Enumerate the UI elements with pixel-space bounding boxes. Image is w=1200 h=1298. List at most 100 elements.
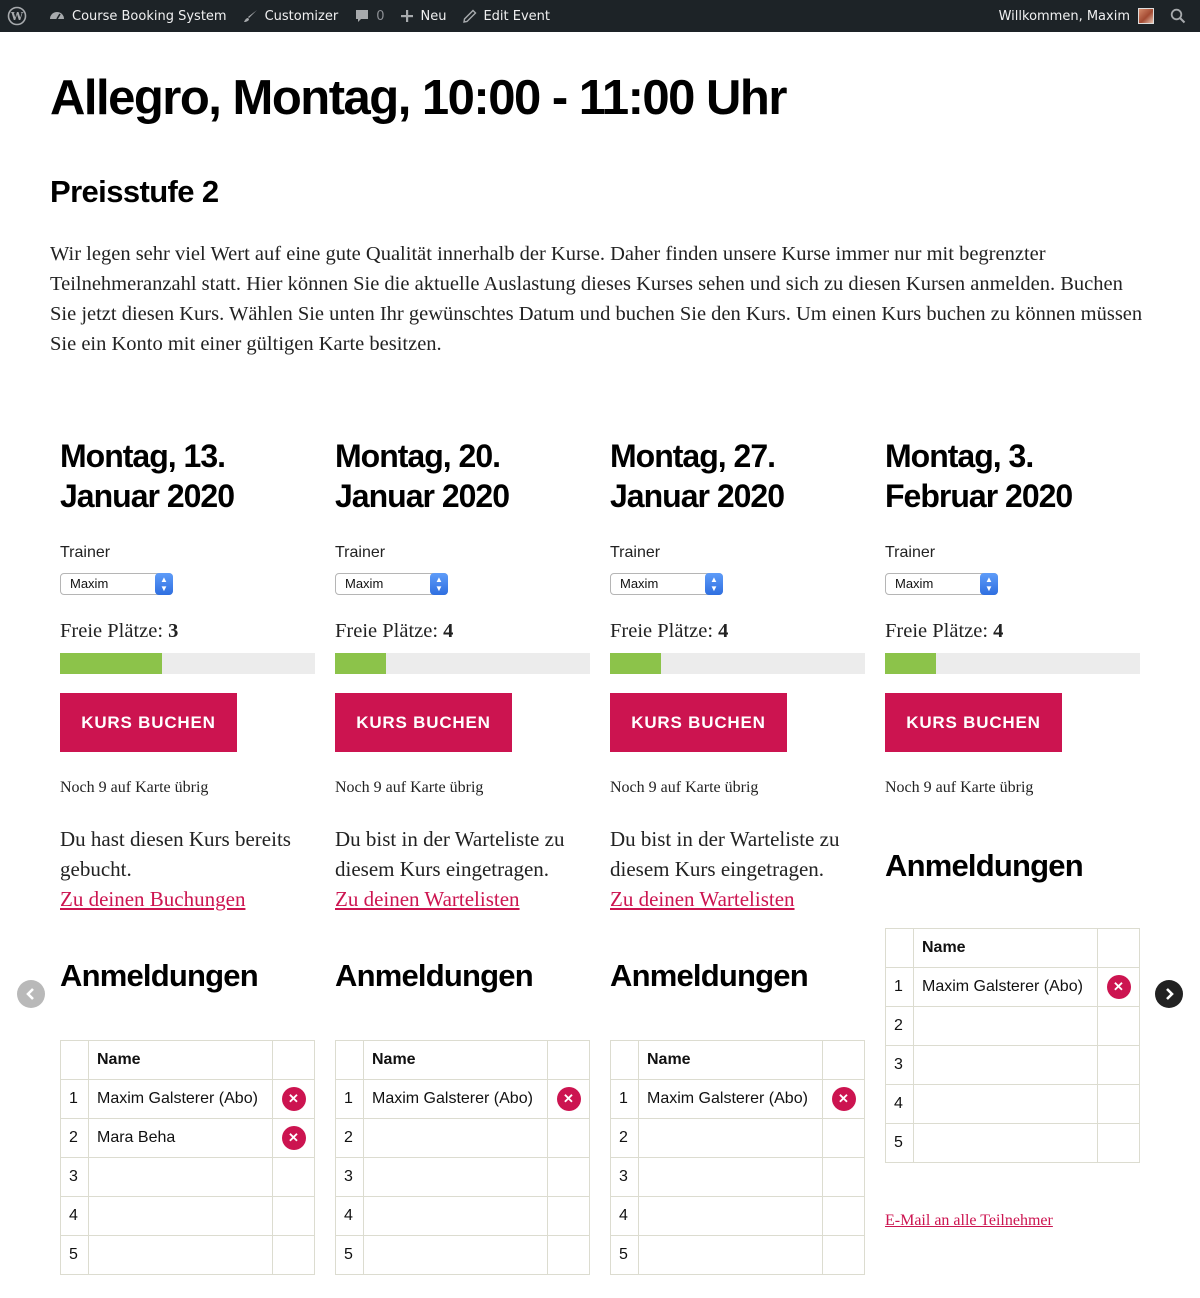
card-remaining: Noch 9 auf Karte übrig [335, 779, 484, 796]
name-column-header: Name [88, 1040, 273, 1080]
course-date: Montag, 3. Februar 2020 [885, 436, 1140, 516]
new-content-link[interactable]: Neu [392, 0, 454, 32]
trainer-label: Trainer [610, 544, 661, 561]
registrations-table: Name 1 Maxim Galsterer (Abo) ✕ 2 3 4 5 [610, 1040, 865, 1275]
table-row: 3 [335, 1157, 590, 1197]
my-waitlists-link[interactable]: Zu deinen Wartelisten [610, 884, 868, 914]
trainer-select[interactable]: Maxim ▲ ▼ [610, 573, 723, 595]
book-course-button[interactable]: KURS BUCHEN [885, 693, 1062, 752]
paintbrush-icon [243, 8, 259, 24]
participant-name [913, 1045, 1098, 1085]
avatar [1138, 8, 1154, 24]
trainer-select[interactable]: Maxim ▲ ▼ [335, 573, 448, 595]
course-date: Montag, 27. Januar 2020 [610, 436, 865, 516]
free-spots: Freie Plätze: 4 [610, 620, 728, 643]
table-row: 1 Maxim Galsterer (Abo) ✕ [610, 1079, 865, 1119]
select-arrows-icon: ▲ ▼ [155, 573, 173, 595]
book-course-button[interactable]: KURS BUCHEN [60, 693, 237, 752]
wordpress-menu[interactable]: W [0, 0, 40, 32]
table-header-row: Name [610, 1040, 865, 1080]
table-row: 3 [885, 1045, 1140, 1085]
search-button[interactable] [1162, 0, 1200, 32]
name-column-header: Name [363, 1040, 548, 1080]
participant-name [363, 1235, 548, 1275]
trainer-select[interactable]: Maxim ▲ ▼ [60, 573, 173, 595]
email-all-participants-link[interactable]: E-Mail an alle Teilnehmer [885, 1212, 1053, 1230]
remove-participant-button[interactable]: ✕ [281, 1126, 306, 1150]
card-remaining: Noch 9 auf Karte übrig [885, 779, 1034, 796]
my-bookings-link[interactable]: Zu deinen Buchungen [60, 884, 318, 914]
site-name: Course Booking System [72, 8, 227, 24]
table-row: 5 [610, 1235, 865, 1275]
table-header-row: Name [335, 1040, 590, 1080]
remove-participant-button[interactable]: ✕ [831, 1087, 856, 1111]
table-header-row: Name [885, 928, 1140, 968]
new-label: Neu [420, 8, 447, 24]
registrations-heading: Anmeldungen [335, 958, 534, 993]
trainer-label: Trainer [885, 544, 936, 561]
table-row: 4 [60, 1196, 315, 1236]
comments-link[interactable]: 0 [346, 0, 392, 32]
remove-participant-button[interactable]: ✕ [1106, 975, 1131, 999]
row-number: 1 [885, 967, 914, 1007]
card-remaining: Noch 9 auf Karte übrig [610, 779, 759, 796]
course-card: Montag, 3. Februar 2020 Trainer Maxim ▲ ▼… [885, 436, 1140, 1229]
row-number: 5 [610, 1235, 639, 1275]
row-number: 4 [335, 1196, 364, 1236]
course-date: Montag, 13. Januar 2020 [60, 436, 315, 516]
account-menu[interactable]: Willkommen, Maxim [991, 0, 1162, 32]
course-date-line: Montag, 3. [885, 438, 1034, 474]
participant-name [363, 1157, 548, 1197]
waitlist-status: Du bist in der Warteliste zu diesem Kurs… [610, 824, 868, 914]
close-icon: ✕ [288, 1130, 299, 1145]
row-number: 1 [610, 1079, 639, 1119]
edit-event-link[interactable]: Edit Event [454, 0, 558, 32]
capacity-bar [885, 653, 1140, 674]
free-spots-label: Freie Plätze: [610, 620, 714, 642]
trainer-label: Trainer [60, 544, 111, 561]
course-date-line: Januar 2020 [60, 478, 235, 514]
remove-participant-button[interactable]: ✕ [281, 1087, 306, 1111]
customizer-link[interactable]: Customizer [235, 0, 347, 32]
my-waitlists-link[interactable]: Zu deinen Wartelisten [335, 884, 593, 914]
trainer-select[interactable]: Maxim ▲ ▼ [885, 573, 998, 595]
remove-participant-button[interactable]: ✕ [556, 1087, 581, 1111]
chevron-left-icon [26, 988, 34, 1000]
booking-status-text: Du hast diesen Kurs bereits gebucht. [60, 827, 291, 881]
participant-name [88, 1235, 273, 1275]
participant-name [913, 1123, 1098, 1163]
book-course-button[interactable]: KURS BUCHEN [335, 693, 512, 752]
table-row: 5 [885, 1123, 1140, 1163]
row-number: 3 [60, 1157, 89, 1197]
close-icon: ✕ [563, 1091, 574, 1106]
participant-name [638, 1157, 823, 1197]
carousel-prev-button[interactable] [17, 980, 45, 1008]
row-number: 2 [610, 1118, 639, 1158]
course-card: Montag, 13. Januar 2020 Trainer Maxim ▲ ▼… [60, 436, 315, 1275]
site-name-link[interactable]: Course Booking System [40, 0, 235, 32]
free-spots-count: 3 [168, 620, 179, 642]
registrations-table: Name 1 Maxim Galsterer (Abo) ✕ 2 3 4 5 [885, 928, 1140, 1163]
course-card: Montag, 20. Januar 2020 Trainer Maxim ▲ ▼… [335, 436, 590, 1275]
participant-name [363, 1118, 548, 1158]
free-spots: Freie Plätze: 4 [885, 620, 1003, 643]
book-course-button[interactable]: KURS BUCHEN [610, 693, 787, 752]
trainer-select-value: Maxim [895, 576, 934, 591]
trainer-select-value: Maxim [70, 576, 109, 591]
comments-count: 0 [376, 8, 385, 24]
table-row: 2 [610, 1118, 865, 1158]
row-number: 5 [335, 1235, 364, 1275]
table-row: 3 [610, 1157, 865, 1197]
registrations-heading: Anmeldungen [885, 848, 1084, 883]
search-icon [1170, 8, 1186, 24]
plus-icon [400, 9, 414, 23]
row-number: 5 [885, 1123, 914, 1163]
row-number: 2 [60, 1118, 89, 1158]
capacity-bar-fill [610, 653, 661, 674]
table-header-row: Name [60, 1040, 315, 1080]
participant-name [913, 1084, 1098, 1124]
carousel-next-button[interactable] [1155, 980, 1183, 1008]
table-row: 5 [60, 1235, 315, 1275]
page-title: Allegro, Montag, 10:00 - 11:00 Uhr [50, 71, 787, 125]
table-row: 2 [885, 1006, 1140, 1046]
